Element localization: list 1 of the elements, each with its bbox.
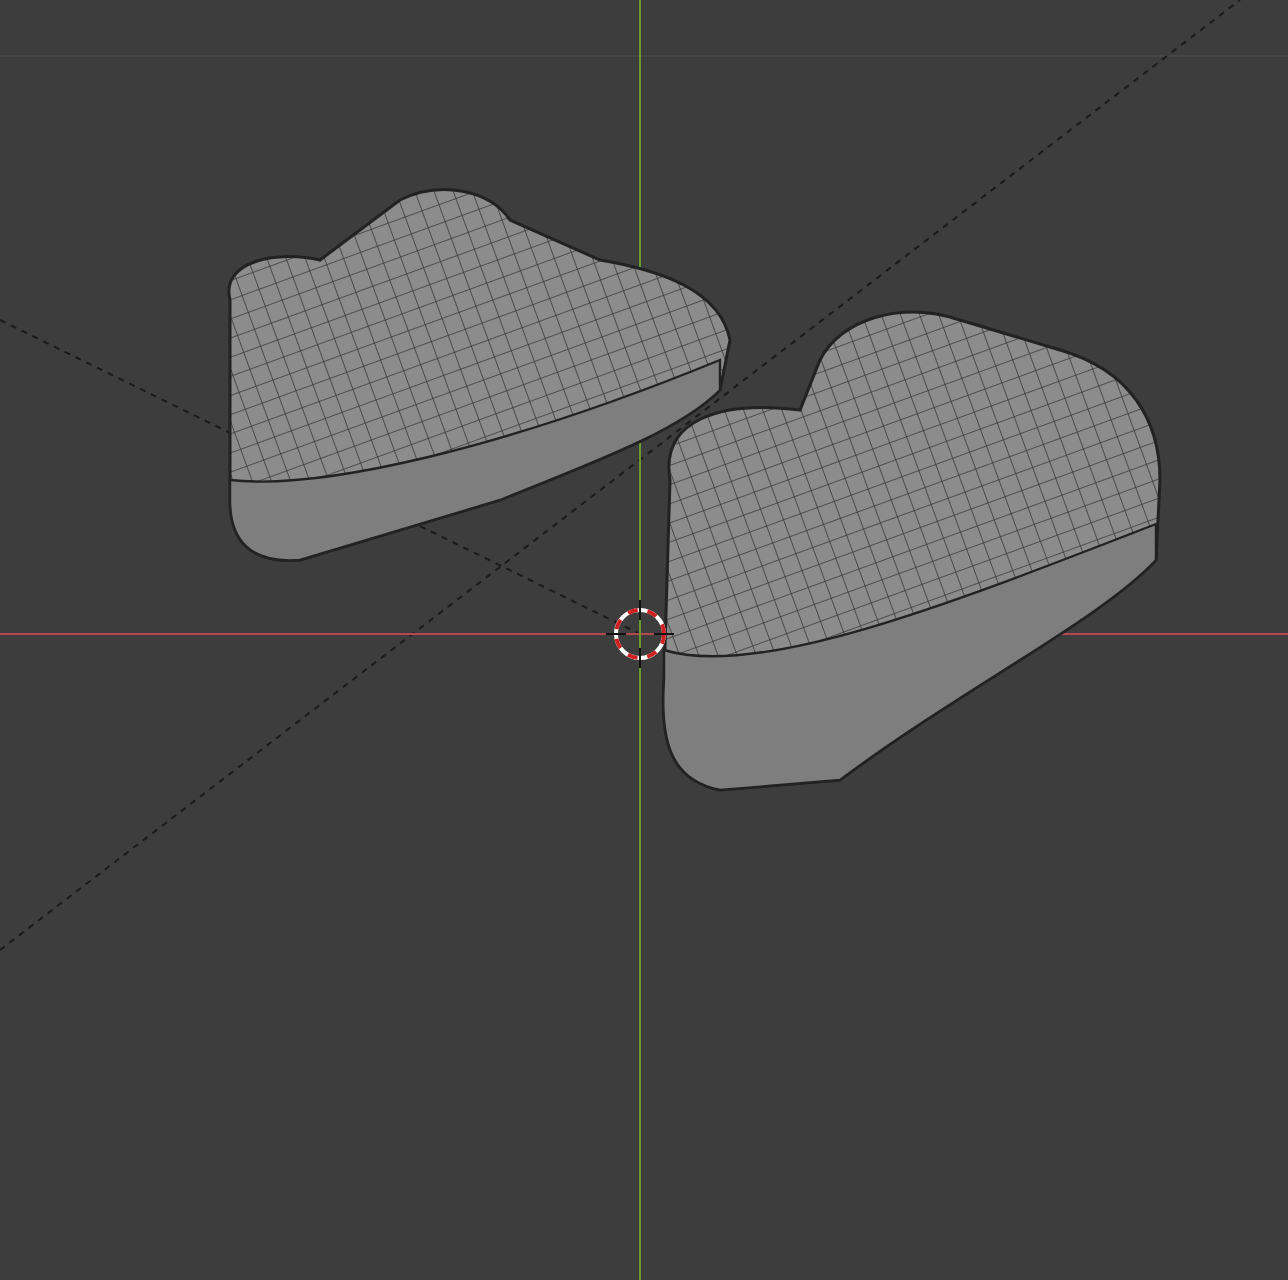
crosshair-icon — [605, 599, 675, 669]
